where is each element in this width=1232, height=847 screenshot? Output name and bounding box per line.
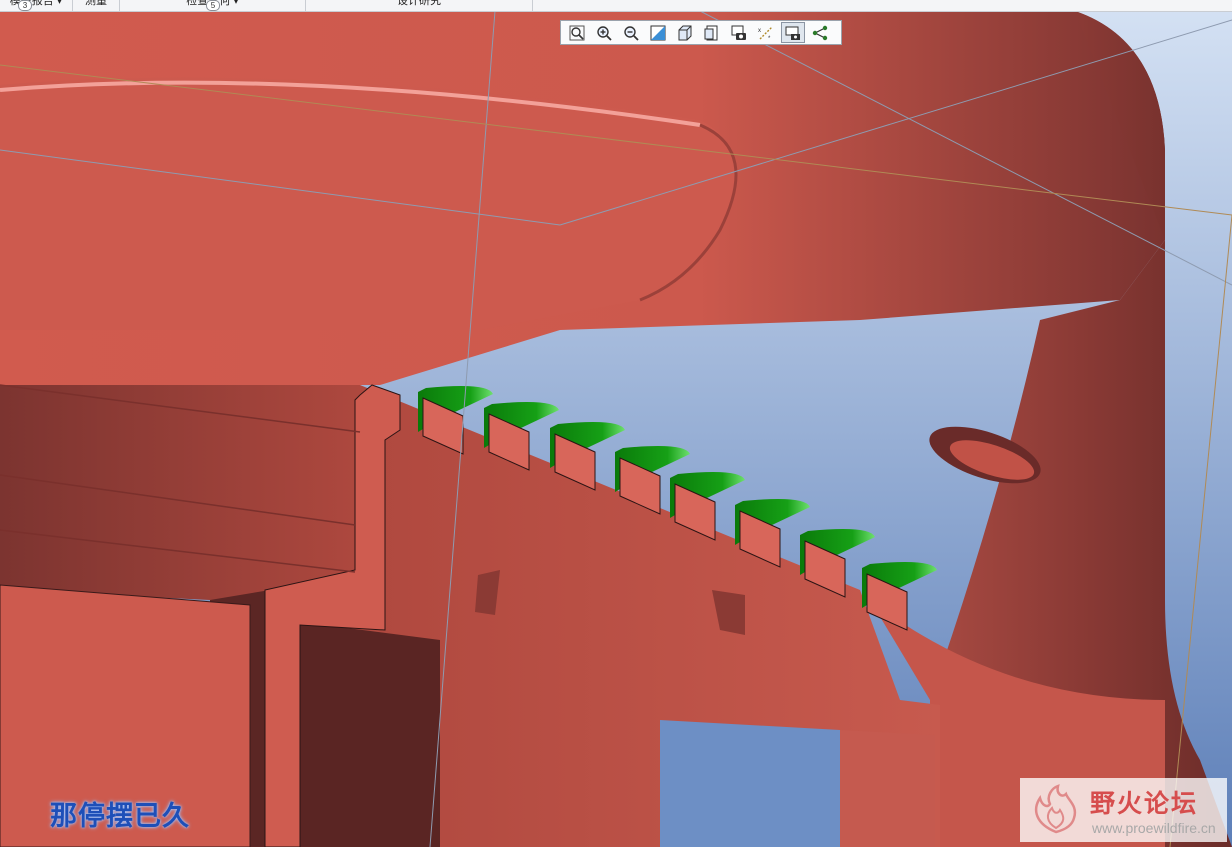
ribbon-group-label: 测量	[85, 0, 107, 7]
ribbon-group-inspect-geometry[interactable]: 检查几何 ▾ 5	[120, 0, 306, 11]
ribbon-group-measure[interactable]: 测量	[73, 0, 120, 11]
datum-display-button[interactable]: x *	[754, 22, 778, 43]
part-bore-opening	[660, 720, 840, 847]
repaint-icon	[650, 25, 666, 40]
keytip-badge: 5	[206, 0, 220, 11]
view-manager-button[interactable]	[727, 22, 751, 43]
overlay-caption: 那停摆已久	[50, 801, 190, 831]
ribbon-group-model-report[interactable]: 模型报告 ▾ 3	[0, 0, 73, 11]
zoom-out-button[interactable]	[619, 22, 643, 43]
zoom-in-icon	[597, 25, 612, 41]
zoom-out-icon	[624, 25, 639, 41]
ribbon-bar: 模型报告 ▾ 3 测量 检查几何 ▾ 5 设计研究	[0, 0, 1232, 12]
ribbon-group-design-study[interactable]: 设计研究	[306, 0, 533, 11]
display-style-button[interactable]	[673, 22, 697, 43]
spin-center-icon	[812, 25, 828, 40]
part-section-dark-2	[285, 620, 440, 847]
saved-views-icon	[704, 25, 718, 40]
spin-center-button[interactable]	[808, 22, 832, 43]
datum-display-icon: x*	[758, 26, 773, 42]
model-viewport[interactable]	[0, 0, 1232, 847]
svg-text:x: x	[758, 28, 761, 34]
display-style-icon	[678, 25, 692, 40]
keytip-badge: 3	[18, 0, 32, 11]
view-toolbar: x *	[560, 20, 842, 45]
forum-watermark: 野火论坛 www.proewildfire.cn	[1020, 778, 1227, 842]
ribbon-group-label: 设计研究	[397, 0, 441, 7]
watermark-title: 野火论坛	[1090, 790, 1199, 818]
saved-views-button[interactable]	[700, 22, 724, 43]
zoom-fit-icon	[569, 25, 585, 40]
flame-logo-icon	[1035, 784, 1077, 834]
watermark-url: www.proewildfire.cn	[1092, 820, 1216, 836]
part-bore-pillar	[840, 730, 935, 847]
zoom-in-button[interactable]	[592, 22, 616, 43]
repaint-button[interactable]	[646, 22, 670, 43]
annotation-display-icon	[785, 26, 800, 40]
view-manager-icon	[731, 25, 746, 40]
annotation-display-button[interactable]	[781, 22, 805, 43]
zoom-fit-button[interactable]	[565, 22, 589, 43]
svg-text:*: *	[768, 36, 771, 42]
